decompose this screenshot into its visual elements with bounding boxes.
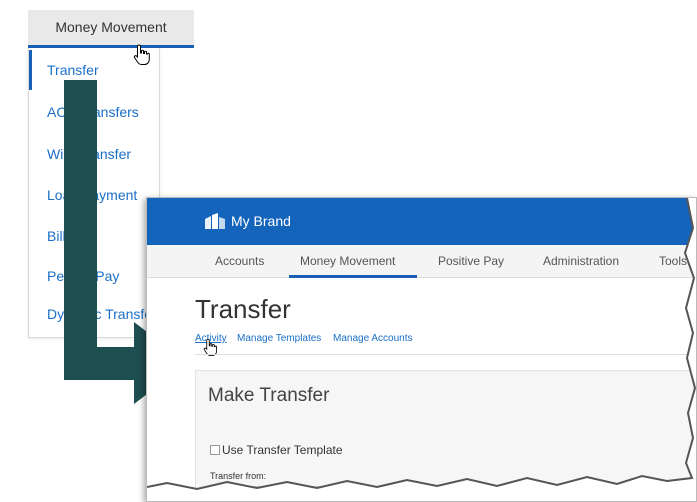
nav-tab-tools[interactable]: Tools [659,254,687,268]
use-template-checkbox[interactable] [210,445,220,455]
menu-header-label: Money Movement [55,19,167,35]
app-window: My Brand Accounts Money Movement Positiv… [146,197,697,502]
nav-tab-accounts[interactable]: Accounts [215,254,264,268]
link-manage-accounts[interactable]: Manage Accounts [333,333,413,344]
main-nav: Accounts Money Movement Positive Pay Adm… [147,245,696,278]
page-content: Transfer Activity Manage Templates Manag… [147,278,696,501]
make-transfer-panel: Make Transfer Use Transfer Template Tran… [195,370,696,501]
arrow-shaft-vertical [64,80,97,380]
link-manage-templates[interactable]: Manage Templates [237,333,321,344]
nav-tab-money-movement[interactable]: Money Movement [300,254,395,268]
transfer-from-select[interactable] [210,486,504,501]
brand-logo-icon [205,213,225,229]
menu-item-transfer[interactable]: Transfer [29,50,99,90]
arrow-shaft-horizontal [64,347,144,380]
use-template-label: Use Transfer Template [222,443,343,457]
nav-tab-administration[interactable]: Administration [543,254,619,268]
nav-tab-positive-pay[interactable]: Positive Pay [438,254,504,268]
brand-name: My Brand [231,213,291,229]
panel-title: Make Transfer [208,385,330,406]
brand-bar: My Brand [147,198,696,245]
transfer-from-label: Transfer from: [210,471,267,481]
divider [195,354,696,355]
hand-cursor-icon [133,44,150,65]
page-title: Transfer [195,294,291,324]
money-movement-menu-header[interactable]: Money Movement [28,10,194,48]
